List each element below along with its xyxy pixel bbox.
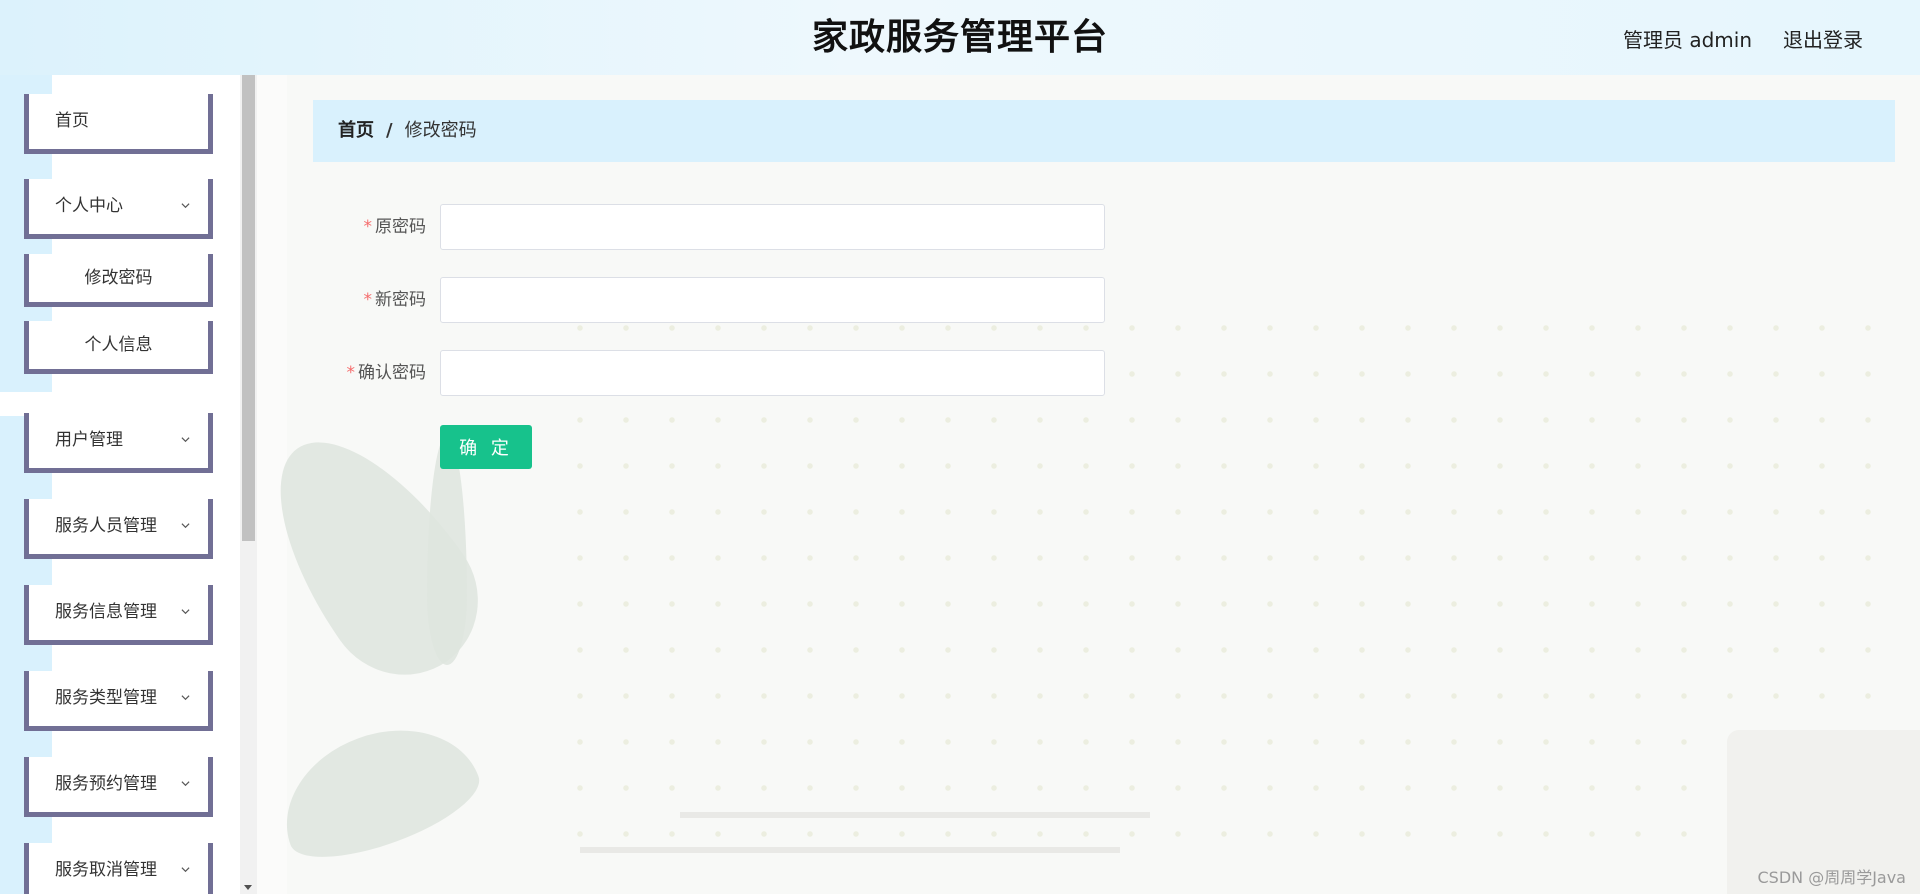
field-label-text: 原密码 bbox=[375, 217, 426, 237]
required-mark: * bbox=[346, 363, 356, 383]
sidebar-item-cancellation-management[interactable]: 服务取消管理 bbox=[24, 843, 213, 894]
sidebar-item-label: 服务预约管理 bbox=[55, 774, 157, 794]
form-label: * 原密码 bbox=[286, 204, 427, 250]
breadcrumb-current: 修改密码 bbox=[404, 120, 477, 141]
submit-button[interactable]: 确 定 bbox=[440, 425, 532, 469]
sidebar-scrollbar[interactable] bbox=[240, 75, 257, 894]
sidebar-item-booking-management[interactable]: 服务预约管理 bbox=[24, 757, 213, 817]
new-password-input[interactable] bbox=[440, 277, 1105, 323]
sidebar-item-service-info-management[interactable]: 服务信息管理 bbox=[24, 585, 213, 645]
sidebar-item-label: 服务取消管理 bbox=[55, 860, 157, 880]
sidebar-item-label: 服务类型管理 bbox=[55, 688, 157, 708]
breadcrumb-home-link[interactable]: 首页 bbox=[338, 120, 374, 141]
sidebar-item-user-management[interactable]: 用户管理 bbox=[24, 413, 213, 473]
scroll-down-arrow-icon[interactable] bbox=[244, 885, 252, 890]
form-label: * 新密码 bbox=[286, 277, 427, 323]
chevron-down-icon bbox=[181, 695, 190, 701]
chevron-down-icon bbox=[181, 867, 190, 873]
chevron-down-icon bbox=[181, 437, 190, 443]
required-mark: * bbox=[363, 290, 373, 310]
sidebar-item-personal-center[interactable]: 个人中心 bbox=[24, 179, 213, 239]
scrollbar-thumb[interactable] bbox=[242, 75, 255, 541]
sidebar-item-label: 个人中心 bbox=[55, 196, 123, 216]
confirm-password-input[interactable] bbox=[440, 350, 1105, 396]
tray-decor bbox=[680, 812, 1150, 818]
sidebar-item-label: 个人信息 bbox=[84, 335, 153, 355]
required-mark: * bbox=[363, 217, 373, 237]
sidebar-subitem-change-password[interactable]: 修改密码 bbox=[24, 254, 213, 307]
form-label: * 确认密码 bbox=[286, 350, 427, 396]
breadcrumb: 首页 / 修改密码 bbox=[313, 100, 1895, 162]
sidebar-item-label: 首页 bbox=[55, 111, 89, 131]
sidebar-menu: 首页 个人中心 修改密码 个人信息 用户管理 服务人员管理 服务信息管理 服务类… bbox=[0, 75, 240, 894]
sidebar-item-home[interactable]: 首页 bbox=[24, 94, 213, 154]
field-label-text: 新密码 bbox=[375, 290, 426, 310]
breadcrumb-separator: / bbox=[386, 120, 393, 141]
current-user: 管理员 admin bbox=[1622, 28, 1752, 52]
watermark: CSDN @周周学Java bbox=[1757, 868, 1906, 887]
top-header: 家政服务管理平台 管理员 admin 退出登录 bbox=[0, 0, 1920, 75]
sidebar-subitem-personal-info[interactable]: 个人信息 bbox=[24, 321, 213, 374]
sidebar-item-label: 修改密码 bbox=[84, 268, 153, 288]
sidebar-item-label: 服务人员管理 bbox=[55, 516, 157, 536]
sidebar-item-service-type-management[interactable]: 服务类型管理 bbox=[24, 671, 213, 731]
chevron-down-icon bbox=[181, 781, 190, 787]
chevron-down-icon bbox=[181, 203, 190, 209]
chevron-down-icon bbox=[181, 523, 190, 529]
main-background bbox=[257, 75, 1920, 894]
sidebar-item-label: 服务信息管理 bbox=[55, 602, 157, 622]
sidebar-item-label: 用户管理 bbox=[55, 430, 123, 450]
chevron-down-icon bbox=[181, 609, 190, 615]
field-label-text: 确认密码 bbox=[358, 363, 426, 383]
tray-decor bbox=[580, 847, 1120, 853]
sidebar-item-staff-management[interactable]: 服务人员管理 bbox=[24, 499, 213, 559]
logout-link[interactable]: 退出登录 bbox=[1783, 24, 1863, 53]
old-password-input[interactable] bbox=[440, 204, 1105, 250]
